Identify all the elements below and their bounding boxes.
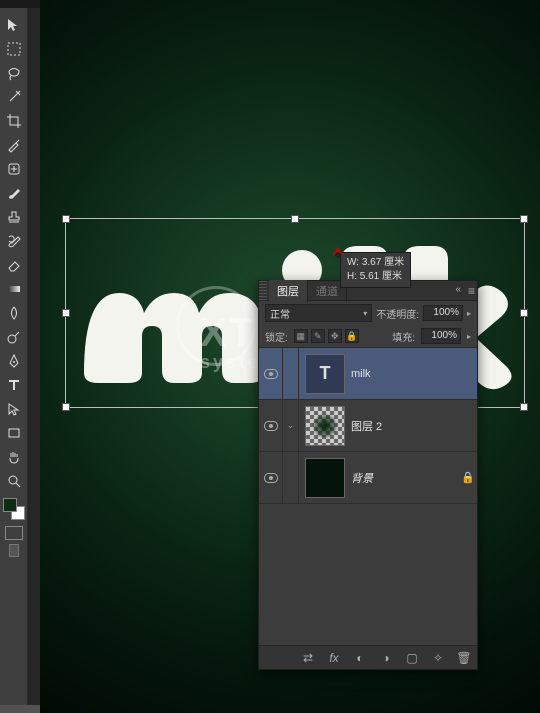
lock-pixels-icon[interactable]: ✎ (311, 329, 325, 343)
foreground-color-swatch[interactable] (3, 498, 17, 512)
opacity-input[interactable]: 100% (423, 305, 463, 321)
blend-mode-select[interactable]: 正常 ▾ (265, 304, 372, 322)
eyedropper-tool[interactable] (3, 134, 25, 156)
info-w-label: W: (347, 257, 359, 268)
layer-name[interactable]: 图层 2 (351, 418, 477, 434)
stamp-tool[interactable] (3, 206, 25, 228)
crop-tool[interactable] (3, 110, 25, 132)
info-h-value: 5.61 厘米 (360, 271, 402, 282)
opacity-stepper-icon[interactable]: ▸ (467, 309, 471, 318)
layer-row[interactable]: ⌄ 图层 2 (259, 400, 477, 452)
transform-handle-middle-left[interactable] (62, 309, 70, 317)
move-tool[interactable] (3, 14, 25, 36)
layer-thumbnail[interactable]: T (305, 354, 345, 394)
panel-menu-icon[interactable]: ≡ (468, 284, 475, 298)
pin-icon (333, 247, 343, 255)
lock-icons-group: ▦ ✎ ✥ 🔒 (294, 329, 359, 343)
fill-stepper-icon[interactable]: ▸ (467, 332, 471, 341)
screen-mode-standard[interactable] (9, 544, 19, 557)
quick-mask-toggle[interactable] (5, 526, 23, 540)
transform-handle-top-left[interactable] (62, 215, 70, 223)
panel-drag-grip[interactable] (259, 281, 267, 300)
marquee-tool[interactable] (3, 38, 25, 60)
lasso-tool[interactable] (3, 62, 25, 84)
magic-wand-tool[interactable] (3, 86, 25, 108)
transform-handle-bottom-right[interactable] (520, 403, 528, 411)
panel-collapse-icon[interactable]: « (455, 284, 461, 295)
history-brush-tool[interactable] (3, 230, 25, 252)
group-button[interactable]: ▢ (403, 649, 421, 667)
layer-row[interactable]: T milk (259, 348, 477, 400)
rectangle-tool[interactable] (3, 422, 25, 444)
layer-thumbnail[interactable] (305, 458, 345, 498)
link-column[interactable] (283, 348, 299, 399)
lock-label: 锁定: (265, 329, 288, 344)
fill-input[interactable]: 100% (421, 328, 461, 344)
opacity-label: 不透明度: (376, 306, 419, 321)
layer-thumbnail[interactable] (305, 406, 345, 446)
blend-mode-value: 正常 (270, 306, 290, 321)
lock-fill-row: 锁定: ▦ ✎ ✥ 🔒 填充: 100% ▸ (259, 325, 477, 348)
thumbnail-preview (312, 413, 338, 439)
delete-layer-button[interactable]: 🗑 (455, 649, 473, 667)
pen-tool[interactable] (3, 350, 25, 372)
link-column[interactable] (283, 452, 299, 503)
brush-tool[interactable] (3, 182, 25, 204)
eye-icon (264, 369, 278, 379)
dodge-tool[interactable] (3, 326, 25, 348)
fill-label: 填充: (392, 329, 415, 344)
screen-mode-buttons (0, 544, 27, 557)
visibility-toggle[interactable] (259, 452, 283, 503)
color-swatches[interactable] (3, 498, 25, 520)
eraser-tool[interactable] (3, 254, 25, 276)
gradient-tool[interactable] (3, 278, 25, 300)
hand-tool[interactable] (3, 446, 25, 468)
layers-list: T milk ⌄ 图层 2 背景 🔒 (259, 348, 477, 645)
link-layers-button[interactable]: ⇄ (299, 649, 317, 667)
watermark-circle-icon (176, 286, 256, 366)
panel-footer: ⇄ fx ◐ ◑ ▢ ✧ 🗑 (259, 645, 477, 669)
lock-position-icon[interactable]: ✥ (328, 329, 342, 343)
transform-handle-middle-right[interactable] (520, 309, 528, 317)
healing-brush-tool[interactable] (3, 158, 25, 180)
layers-panel[interactable]: 图层 通道 « ≡ 正常 ▾ 不透明度: 100% ▸ 锁定: ▦ ✎ ✥ 🔒 … (258, 280, 478, 670)
eye-icon (264, 421, 278, 431)
type-layer-icon: T (320, 363, 331, 384)
adjustment-layer-button[interactable]: ◑ (377, 649, 395, 667)
tab-layers[interactable]: 图层 (269, 280, 308, 302)
info-w-value: 3.67 厘米 (362, 257, 404, 268)
layer-row[interactable]: 背景 🔒 (259, 452, 477, 504)
chevron-down-icon: ▾ (363, 309, 367, 318)
transform-handle-top-middle[interactable] (291, 215, 299, 223)
lock-transparency-icon[interactable]: ▦ (294, 329, 308, 343)
zoom-tool[interactable] (3, 470, 25, 492)
lock-all-icon[interactable]: 🔒 (345, 329, 359, 343)
transform-handle-top-right[interactable] (520, 215, 528, 223)
new-layer-button[interactable]: ✧ (429, 649, 447, 667)
layer-fx-button[interactable]: fx (325, 649, 343, 667)
type-tool[interactable] (3, 374, 25, 396)
lock-icon: 🔒 (459, 471, 477, 484)
transform-info-tooltip: W: 3.67 厘米 H: 5.61 厘米 (340, 252, 411, 288)
visibility-toggle[interactable] (259, 400, 283, 451)
link-column[interactable]: ⌄ (283, 400, 299, 451)
eye-icon (264, 473, 278, 483)
transform-handle-bottom-left[interactable] (62, 403, 70, 411)
path-selection-tool[interactable] (3, 398, 25, 420)
blend-opacity-row: 正常 ▾ 不透明度: 100% ▸ (259, 301, 477, 325)
layer-name[interactable]: 背景 (351, 470, 459, 486)
add-mask-button[interactable]: ◐ (351, 649, 369, 667)
info-h-label: H: (347, 271, 357, 282)
tools-panel (0, 8, 28, 705)
visibility-toggle[interactable] (259, 348, 283, 399)
layer-name[interactable]: milk (351, 368, 477, 380)
blur-tool[interactable] (3, 302, 25, 324)
